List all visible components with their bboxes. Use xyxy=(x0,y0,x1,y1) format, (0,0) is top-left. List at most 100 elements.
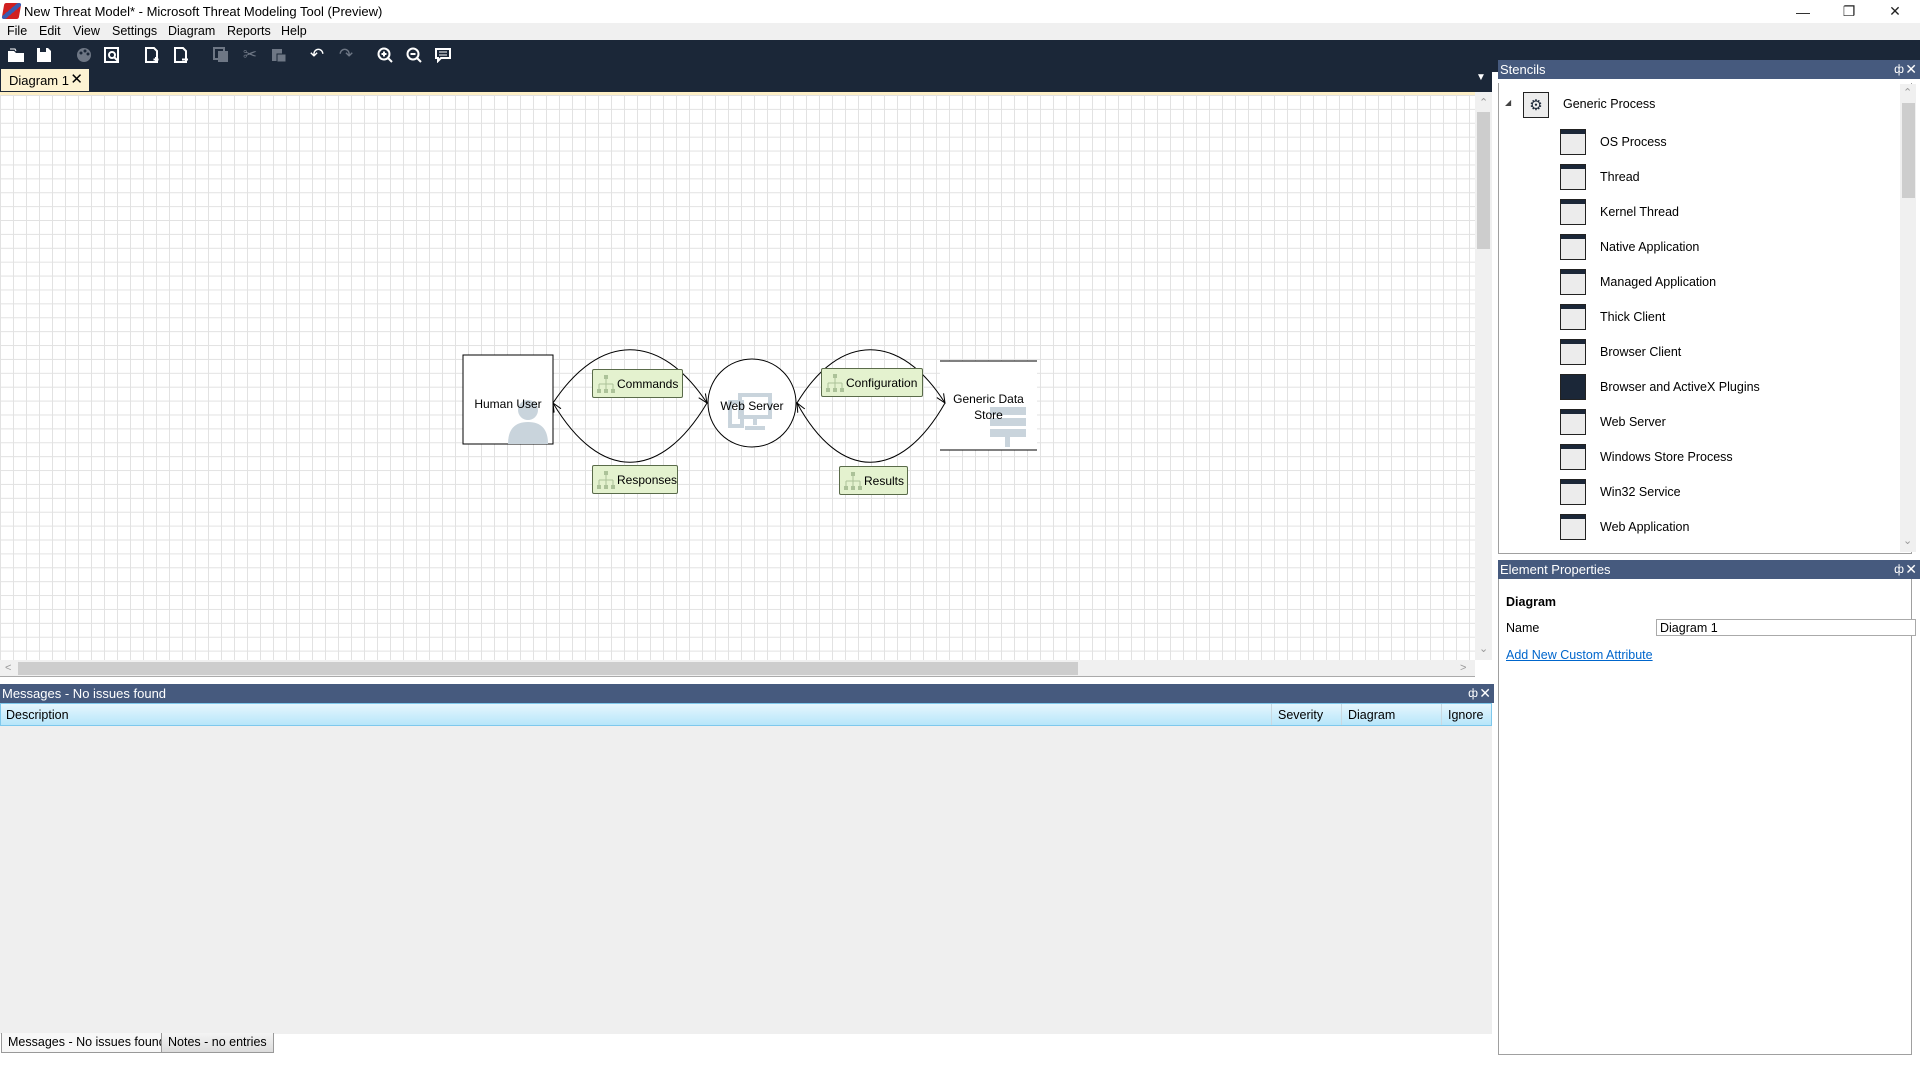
pin-icon[interactable]: ф xyxy=(1894,60,1904,79)
close-window-button[interactable]: ✕ xyxy=(1872,0,1918,23)
close-panel-icon[interactable]: ✕ xyxy=(1479,684,1491,703)
scroll-up-icon[interactable]: ⌃ xyxy=(1479,96,1488,109)
web-server-icon xyxy=(1560,409,1586,435)
flow-icon xyxy=(597,471,615,489)
bottom-tab-messages[interactable]: Messages - No issues found xyxy=(1,1033,173,1053)
pin-icon[interactable]: ф xyxy=(1468,684,1478,703)
globe-window-icon xyxy=(1560,479,1586,505)
save-button[interactable] xyxy=(33,44,55,66)
pin-icon[interactable]: ф xyxy=(1894,560,1904,579)
column-divider[interactable] xyxy=(1441,704,1442,725)
close-tab-icon[interactable]: ✕ xyxy=(70,70,83,88)
properties-section-title: Diagram xyxy=(1506,595,1557,609)
stencil-browser-client[interactable]: Browser Client xyxy=(1560,339,1681,365)
stencil-group-generic-process[interactable]: Generic Process xyxy=(1563,97,1655,111)
window-icon xyxy=(1560,199,1586,225)
messages-panel-header: Messages - No issues found ф ✕ xyxy=(0,684,1494,703)
scroll-down-icon[interactable]: ⌄ xyxy=(1903,534,1912,547)
menu-settings[interactable]: Settings xyxy=(112,24,157,38)
vertical-scroll-thumb[interactable] xyxy=(1477,112,1490,249)
stencil-kernel-thread[interactable]: Kernel Thread xyxy=(1560,199,1679,225)
scroll-right-icon[interactable]: > xyxy=(1460,662,1466,674)
diagram-canvas[interactable]: Human User Web Server Generic Data Store… xyxy=(0,92,1475,660)
flow-label-responses[interactable]: Responses xyxy=(592,465,678,494)
bottom-tab-notes[interactable]: Notes - no entries xyxy=(161,1033,274,1053)
tab-label: Diagram 1 xyxy=(9,72,69,88)
scroll-down-icon[interactable]: ⌄ xyxy=(1479,642,1488,655)
flow-responses-line[interactable] xyxy=(553,403,708,463)
delete-diagram-button[interactable] xyxy=(170,44,192,66)
zoom-out-button[interactable] xyxy=(403,44,425,66)
copy-icon xyxy=(213,47,228,62)
menu-help[interactable]: Help xyxy=(281,24,307,38)
flow-label-configuration[interactable]: Configuration xyxy=(821,368,923,397)
restore-button[interactable]: ❐ xyxy=(1826,0,1872,23)
menu-reports[interactable]: Reports xyxy=(227,24,271,38)
generic-process-icon: ⚙ xyxy=(1523,92,1549,118)
stencil-thread[interactable]: Thread xyxy=(1560,164,1640,190)
redo-button[interactable]: ↷ xyxy=(335,44,357,66)
ie-icon xyxy=(1560,374,1586,400)
tab-diagram-1[interactable]: Diagram 1 ✕ xyxy=(1,69,89,91)
flow-icon xyxy=(844,472,862,490)
globe-window-icon xyxy=(1560,514,1586,540)
comment-button[interactable] xyxy=(432,44,454,66)
tab-dropdown-icon[interactable]: ▼ xyxy=(1476,72,1486,83)
column-divider[interactable] xyxy=(1341,704,1342,725)
zoom-out-icon xyxy=(406,47,422,63)
collapse-group-icon[interactable]: ◢ xyxy=(1505,98,1511,107)
stencil-browser-activex-plugins[interactable]: Browser and ActiveX Plugins xyxy=(1560,374,1760,400)
close-panel-icon[interactable]: ✕ xyxy=(1905,60,1917,79)
open-icon xyxy=(8,48,24,62)
stencil-windows-store-process[interactable]: Windows Store Process xyxy=(1560,444,1733,470)
human-user-label: Human User xyxy=(474,397,542,411)
menu-bar: File Edit View Settings Diagram Reports … xyxy=(0,23,1920,40)
stencil-native-application[interactable]: Native Application xyxy=(1560,234,1699,260)
column-ignore[interactable]: Ignore xyxy=(1448,708,1483,722)
menu-file[interactable]: File xyxy=(7,24,27,38)
new-diagram-icon xyxy=(145,47,159,63)
column-description[interactable]: Description xyxy=(6,708,69,722)
stencil-os-process[interactable]: OS Process xyxy=(1560,129,1667,155)
undo-button[interactable]: ↶ xyxy=(306,44,328,66)
flow-results-line[interactable] xyxy=(797,403,946,463)
template-button[interactable] xyxy=(73,44,95,66)
menu-edit[interactable]: Edit xyxy=(39,24,61,38)
stencil-web-server[interactable]: Web Server xyxy=(1560,409,1666,435)
menu-diagram[interactable]: Diagram xyxy=(168,24,215,38)
minimize-button[interactable]: — xyxy=(1780,0,1826,23)
flow-label-results[interactable]: Results xyxy=(839,466,908,495)
globe-window-icon xyxy=(1560,269,1586,295)
stencils-scroll-thumb[interactable] xyxy=(1902,103,1915,198)
stencil-managed-application[interactable]: Managed Application xyxy=(1560,269,1716,295)
stencils-title: Stencils xyxy=(1500,62,1546,77)
new-diagram-button[interactable] xyxy=(141,44,163,66)
undo-icon: ↶ xyxy=(309,45,325,64)
flow-label-commands[interactable]: Commands xyxy=(592,369,683,398)
scroll-left-icon[interactable]: < xyxy=(5,662,11,674)
analysis-view-icon xyxy=(104,47,119,63)
copy-button[interactable] xyxy=(210,44,232,66)
window-title: New Threat Model* - Microsoft Threat Mod… xyxy=(24,4,383,19)
scroll-up-icon[interactable]: ⌃ xyxy=(1903,86,1912,99)
stencil-win32-service[interactable]: Win32 Service xyxy=(1560,479,1681,505)
column-divider[interactable] xyxy=(1271,704,1272,725)
column-severity[interactable]: Severity xyxy=(1278,708,1323,722)
close-panel-icon[interactable]: ✕ xyxy=(1905,560,1917,579)
stencil-web-application[interactable]: Web Application xyxy=(1560,514,1689,540)
cut-button[interactable]: ✂ xyxy=(239,44,261,66)
paste-button[interactable] xyxy=(268,44,290,66)
horizontal-scroll-thumb[interactable] xyxy=(18,662,1078,675)
window-icon xyxy=(1560,234,1586,260)
zoom-in-button[interactable] xyxy=(374,44,396,66)
analysis-view-button[interactable] xyxy=(101,44,123,66)
add-custom-attribute-link[interactable]: Add New Custom Attribute xyxy=(1506,648,1653,662)
menu-view[interactable]: View xyxy=(73,24,100,38)
stencil-thick-client[interactable]: Thick Client xyxy=(1560,304,1665,330)
open-button[interactable] xyxy=(5,44,27,66)
web-server-label: Web Server xyxy=(720,399,784,413)
messages-title: Messages - No issues found xyxy=(2,686,167,701)
column-diagram[interactable]: Diagram xyxy=(1348,708,1395,722)
app-icon xyxy=(1,3,22,19)
name-field[interactable] xyxy=(1656,619,1916,636)
